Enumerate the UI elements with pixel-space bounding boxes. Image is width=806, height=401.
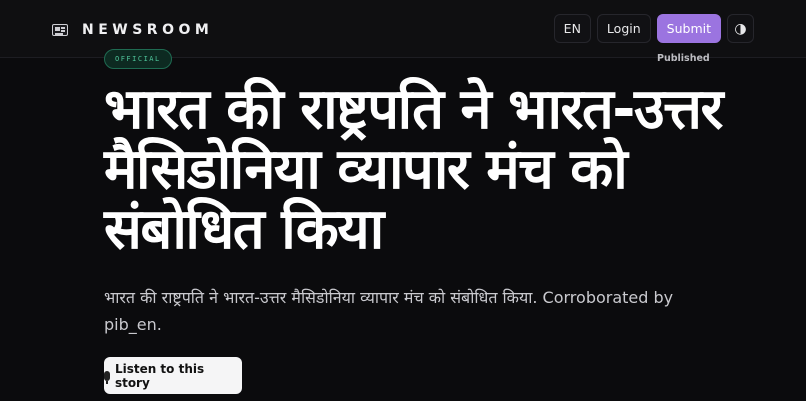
header-actions: EN Login Submit ◑: [553, 14, 754, 43]
submit-button[interactable]: Submit: [656, 14, 721, 43]
brand-name: NEWSROOM: [82, 22, 214, 38]
published-label: Published: [657, 53, 710, 64]
newspaper-icon: [52, 24, 68, 36]
listen-button[interactable]: Listen to this story: [104, 357, 242, 394]
listen-label: Listen to this story: [114, 361, 205, 390]
contrast-icon: ◑: [734, 20, 747, 37]
theme-toggle-button[interactable]: ◑: [727, 14, 754, 43]
article-headline: भारत की राष्ट्रपति ने भारत-उत्तर मैसिडोन…: [104, 77, 723, 262]
language-button[interactable]: EN: [553, 14, 591, 43]
official-badge: OFFICIAL: [104, 49, 172, 69]
microphone-icon: [104, 370, 110, 384]
login-button[interactable]: Login: [596, 14, 651, 43]
brand[interactable]: NEWSROOM: [52, 20, 213, 40]
article-summary: भारत की राष्ट्रपति ने भारत-उत्तर मैसिडोन…: [104, 288, 674, 334]
